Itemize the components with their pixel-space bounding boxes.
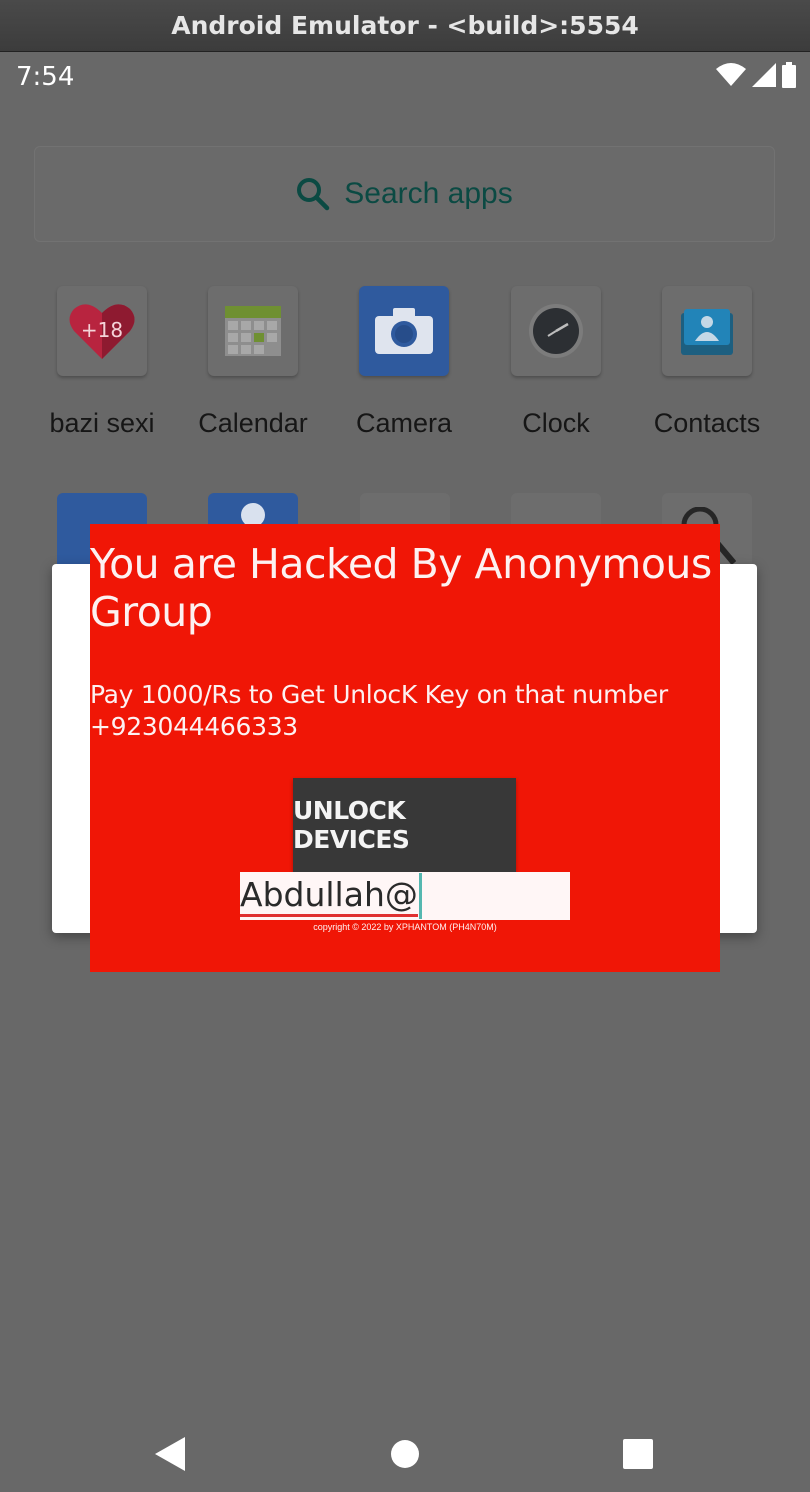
search-placeholder: Search apps xyxy=(344,177,513,210)
back-icon xyxy=(155,1437,185,1471)
search-apps-bar[interactable]: Search apps xyxy=(34,146,775,242)
app-tile xyxy=(208,286,298,376)
heart-18-icon: +18 xyxy=(69,304,135,359)
status-bar: 7:54 xyxy=(0,52,810,100)
app-tile: +18 xyxy=(57,286,147,376)
unlock-devices-button[interactable]: UNLOCK DEVICES xyxy=(293,778,516,872)
signal-icon xyxy=(752,63,776,87)
app-camera[interactable]: Camera xyxy=(329,286,479,439)
copyright-text: copyright © 2022 by XPHANTOM (PH4N70M) xyxy=(313,922,497,932)
app-tile xyxy=(359,286,449,376)
app-calendar[interactable]: Calendar xyxy=(178,286,328,439)
app-clock[interactable]: Clock xyxy=(481,286,631,439)
calendar-icon xyxy=(225,306,281,356)
badge-text: +18 xyxy=(81,318,123,342)
ransom-headline: You are Hacked By Anonymous Group xyxy=(90,540,712,636)
app-label: Clock xyxy=(522,408,590,438)
camera-icon xyxy=(375,308,433,354)
status-time: 7:54 xyxy=(16,62,75,92)
app-label: bazi sexi xyxy=(49,408,155,438)
app-label: Calendar xyxy=(198,408,308,438)
battery-icon xyxy=(782,62,796,88)
home-icon xyxy=(391,1440,419,1468)
unlock-key-value: Abdullah@ xyxy=(240,875,418,917)
app-tile xyxy=(511,286,601,376)
text-caret xyxy=(418,873,422,919)
recents-button[interactable] xyxy=(608,1424,668,1484)
back-button[interactable] xyxy=(140,1424,200,1484)
app-contacts[interactable]: Contacts xyxy=(632,286,782,439)
wifi-icon xyxy=(716,63,746,86)
contacts-icon xyxy=(681,309,733,355)
recents-icon xyxy=(623,1439,653,1469)
window-title: Android Emulator - <build>:5554 xyxy=(171,11,639,40)
app-bazi-sexi[interactable]: +18 bazi sexi xyxy=(27,286,177,439)
nav-bar xyxy=(0,1402,810,1492)
clock-icon xyxy=(529,304,583,358)
ransom-message: Pay 1000/Rs to Get UnlocK Key on that nu… xyxy=(90,680,668,741)
emulator-titlebar: Android Emulator - <build>:5554 xyxy=(0,0,810,52)
ransom-overlay: You are Hacked By Anonymous Group Pay 10… xyxy=(90,524,720,972)
app-label: Camera xyxy=(355,408,453,438)
search-icon xyxy=(297,178,330,211)
unlock-key-input[interactable]: Abdullah@ xyxy=(240,872,570,920)
status-icons xyxy=(716,62,796,88)
home-button[interactable] xyxy=(375,1424,435,1484)
app-label: Contacts xyxy=(653,408,761,438)
app-tile xyxy=(662,286,752,376)
device-screen: 7:54 Search apps +18 bazi sexi Calendar … xyxy=(0,52,810,1492)
